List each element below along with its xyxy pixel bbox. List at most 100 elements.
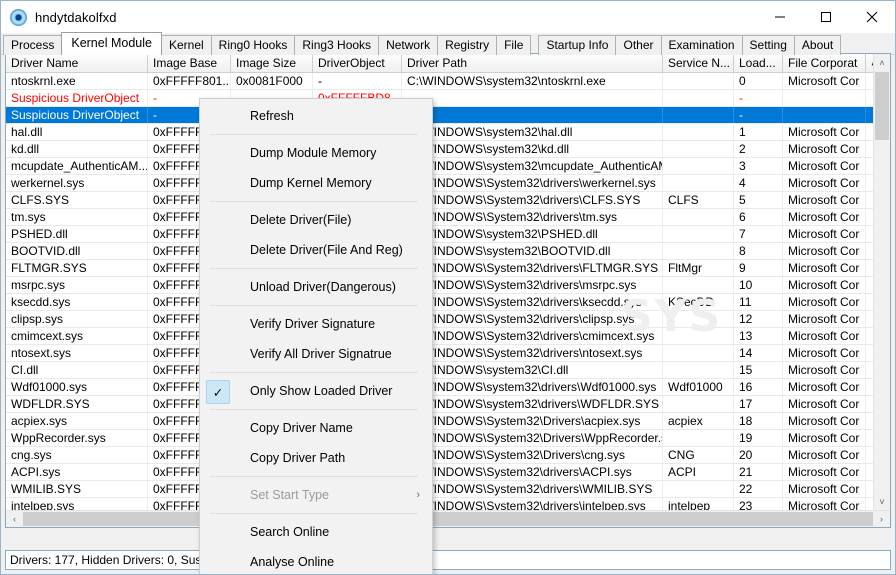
column-header-image-base[interactable]: Image Base	[148, 54, 231, 72]
table-row[interactable]: msrpc.sys 0xFFFFF80... C:\WINDOWS\System32…	[6, 277, 873, 294]
table-row[interactable]: WDFLDR.SYS 0xFFFFF80... C:\WINDOWS\system3…	[6, 396, 873, 413]
cell-load: 20	[734, 447, 783, 463]
menu-item-refresh[interactable]: Refresh	[200, 101, 432, 131]
table-row[interactable]: acpiex.sys 0xFFFFF80... C:\WINDOWS\System3…	[6, 413, 873, 430]
column-header-driver-path[interactable]: Driver Path	[402, 54, 663, 72]
column-header-image-size[interactable]: Image Size	[231, 54, 313, 72]
cell-path: C:\WINDOWS\System32\drivers\ntosext.sys	[402, 345, 663, 361]
tab-kernel[interactable]: Kernel	[160, 35, 212, 55]
menu-item-copy-driver-name[interactable]: Copy Driver Name	[200, 413, 432, 443]
menu-item-verify-all-driver-signatrue[interactable]: Verify All Driver Signatrue	[200, 339, 432, 369]
menu-item-unload-driver-dangerous-[interactable]: Unload Driver(Dangerous)	[200, 272, 432, 302]
tab-examination[interactable]: Examination	[660, 35, 743, 55]
table-row[interactable]: Wdf01000.sys 0xFFFFF80... C:\WINDOWS\syste…	[6, 379, 873, 396]
cell-svc: acpiex	[663, 413, 734, 429]
table-row[interactable]: kd.dll 0xFFFFF80... C:\WINDOWS\system32\kd…	[6, 141, 873, 158]
cell-svc	[663, 90, 734, 106]
close-button[interactable]	[849, 1, 895, 33]
table-row[interactable]: CI.dll 0xFFFFF80... C:\WINDOWS\system32\CI…	[6, 362, 873, 379]
maximize-button[interactable]	[803, 1, 849, 33]
tab-ring3-hooks[interactable]: Ring3 Hooks	[294, 35, 380, 55]
table-row[interactable]: werkernel.sys 0xFFFFF80... C:\WINDOWS\Syst…	[6, 175, 873, 192]
cell-load: 9	[734, 260, 783, 276]
table-row[interactable]: intelpep.sys 0xFFFFF80... C:\WINDOWS\Syste…	[6, 498, 873, 510]
cell-path: C:\WINDOWS\system32\kd.dll	[402, 141, 663, 157]
menu-item-dump-module-memory[interactable]: Dump Module Memory	[200, 138, 432, 168]
cell-corp: Microsoft Cor	[783, 430, 866, 446]
table-header: Driver Name Image Base Image Size DriverObj…	[6, 54, 890, 73]
table-row[interactable]: PSHED.dll 0xFFFFF80... C:\WINDOWS\system32…	[6, 226, 873, 243]
menu-item-verify-driver-signature[interactable]: Verify Driver Signature	[200, 309, 432, 339]
scroll-up-icon[interactable]: ˄	[874, 54, 890, 71]
minimize-button[interactable]	[757, 1, 803, 33]
table-row[interactable]: mcupdate_AuthenticAM... 0xFFFFF80... C:\WI…	[6, 158, 873, 175]
vertical-scrollbar[interactable]: ˄ ˅	[873, 54, 890, 510]
menu-item-only-show-loaded-driver[interactable]: ✓ Only Show Loaded Driver	[200, 376, 432, 406]
cell-corp: Microsoft Cor	[783, 464, 866, 480]
table-row[interactable]: ACPI.sys 0xFFFFF80... C:\WINDOWS\System32\…	[6, 464, 873, 481]
cell-corp	[783, 90, 866, 106]
table-row[interactable]: hal.dll 0xFFFFF80... C:\WINDOWS\system32\h…	[6, 124, 873, 141]
cell-svc	[663, 73, 734, 89]
table-row[interactable]: FLTMGR.SYS 0xFFFFF80... C:\WINDOWS\System3…	[6, 260, 873, 277]
tab-registry[interactable]: Registry	[437, 35, 498, 55]
column-header-service-n-[interactable]: Service N...	[663, 54, 734, 72]
table-row[interactable]: cmimcext.sys 0xFFFFF80... C:\WINDOWS\Syste…	[6, 328, 873, 345]
menu-separator	[210, 372, 418, 373]
scroll-right-icon[interactable]: ›	[873, 511, 890, 527]
table-row[interactable]: CLFS.SYS 0xFFFFF80... C:\WINDOWS\System32\…	[6, 192, 873, 209]
cell-load: 10	[734, 277, 783, 293]
table-row[interactable]: Suspicious DriverObject--0xFFFFFBD8...-	[6, 107, 873, 124]
menu-item-label: Copy Driver Name	[250, 421, 353, 435]
table-row[interactable]: WMILIB.SYS 0xFFFFF80... C:\WINDOWS\System3…	[6, 481, 873, 498]
column-header-file-corporat[interactable]: File Corporat	[783, 54, 866, 72]
table-row[interactable]: WppRecorder.sys 0xFFFFF80... C:\WINDOWS\Sy…	[6, 430, 873, 447]
column-header-driver-name[interactable]: Driver Name	[6, 54, 148, 72]
tab-other[interactable]: Other	[615, 35, 662, 55]
cell-corp: Microsoft Cor	[783, 124, 866, 140]
scroll-left-icon[interactable]: ‹	[6, 511, 23, 527]
horizontal-scroll-thumb[interactable]	[23, 512, 873, 526]
cell-load: 19	[734, 430, 783, 446]
table-row[interactable]: ksecdd.sys 0xFFFFF80... C:\WINDOWS\System3…	[6, 294, 873, 311]
vertical-scroll-thumb[interactable]	[875, 72, 889, 140]
window-title: hndytdakolfxd	[35, 9, 117, 25]
cell-name: PSHED.dll	[6, 226, 148, 242]
cell-load: 2	[734, 141, 783, 157]
cell-load: 22	[734, 481, 783, 497]
table-row[interactable]: ntosext.sys 0xFFFFF80... C:\WINDOWS\System…	[6, 345, 873, 362]
menu-item-search-online[interactable]: Search Online	[200, 517, 432, 547]
column-header-driverobject[interactable]: DriverObject	[313, 54, 402, 72]
menu-item-label: Dump Module Memory	[250, 146, 377, 160]
cell-svc	[663, 345, 734, 361]
table-row[interactable]: clipsp.sys 0xFFFFF80... C:\WINDOWS\System3…	[6, 311, 873, 328]
table-row[interactable]: ntoskrnl.exe 0xFFFFF801... 0x0081F000- C:\W…	[6, 73, 873, 90]
tab-setting[interactable]: Setting	[741, 35, 795, 55]
table-row[interactable]: BOOTVID.dll 0xFFFFF80... C:\WINDOWS\system…	[6, 243, 873, 260]
tab-process[interactable]: Process	[3, 35, 63, 55]
cell-corp: Microsoft Cor	[783, 379, 866, 395]
table-row[interactable]: cng.sys 0xFFFFF80... C:\WINDOWS\System32\D…	[6, 447, 873, 464]
tab-kernel-module[interactable]: Kernel Module	[61, 32, 162, 55]
tab-startup-info[interactable]: Startup Info	[538, 35, 617, 55]
tab-file[interactable]: File	[496, 35, 532, 55]
cell-svc	[663, 209, 734, 225]
tab-about[interactable]: About	[793, 35, 842, 55]
cell-name: ACPI.sys	[6, 464, 148, 480]
column-header-load-[interactable]: Load...	[734, 54, 783, 72]
horizontal-scrollbar[interactable]: ‹ ›	[6, 510, 890, 527]
tab-network[interactable]: Network	[378, 35, 439, 55]
menu-item-label: Delete Driver(File)	[250, 213, 352, 227]
menu-item-delete-driver-file-and-reg-[interactable]: Delete Driver(File And Reg)	[200, 235, 432, 265]
menu-item-delete-driver-file-[interactable]: Delete Driver(File)	[200, 205, 432, 235]
scroll-down-icon[interactable]: ˅	[874, 493, 890, 510]
table-body: ntoskrnl.exe 0xFFFFF801... 0x0081F000- C:\W…	[6, 73, 873, 510]
menu-item-analyse-online[interactable]: Analyse Online	[200, 547, 432, 574]
menu-item-copy-driver-path[interactable]: Copy Driver Path	[200, 443, 432, 473]
cell-load: 7	[734, 226, 783, 242]
tab-ring0-hooks[interactable]: Ring0 Hooks	[210, 35, 296, 55]
table-row[interactable]: Suspicious DriverObject--0xFFFFFBD8...-	[6, 90, 873, 107]
cell-path: C:\WINDOWS\system32\mcupdate_AuthenticAM…	[402, 158, 663, 174]
table-row[interactable]: tm.sys 0xFFFFF80... C:\WINDOWS\System32\dr…	[6, 209, 873, 226]
menu-item-dump-kernel-memory[interactable]: Dump Kernel Memory	[200, 168, 432, 198]
